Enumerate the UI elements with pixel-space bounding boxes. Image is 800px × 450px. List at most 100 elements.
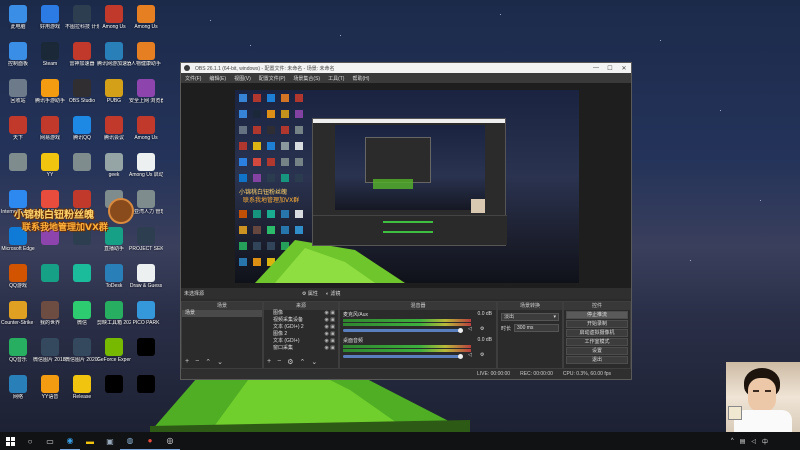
scene-item[interactable]: 场景 (182, 310, 262, 317)
desktop-icon[interactable]: 回收站 (2, 76, 34, 113)
desktop-icon[interactable]: QQ游戏 (2, 261, 34, 298)
desktop-icon[interactable]: PROJECT SEKAI (129, 224, 163, 261)
source-item[interactable]: 窗口采集 ◉ ▣ (264, 345, 338, 352)
visibility-icon[interactable]: ◉ (325, 345, 329, 351)
move-up-icon[interactable]: ⌃ (299, 358, 305, 366)
add-scene-icon[interactable]: + (185, 358, 189, 366)
desktop-icon[interactable]: 网易游戏 (34, 113, 66, 150)
desktop-icon[interactable]: ToDesk (98, 261, 130, 298)
lock-icon[interactable]: ▣ (330, 338, 335, 344)
desktop-icon[interactable]: Among Us (130, 2, 162, 39)
obs-icon[interactable]: ◎ (160, 432, 180, 450)
obs-window[interactable]: OBS 26.1.1 (64-bit, windows) - 配置文件: 未命名… (180, 62, 632, 380)
desktop-icon[interactable] (98, 372, 130, 409)
filters-button[interactable]: ◐ 滤镜 (326, 290, 340, 297)
lock-icon[interactable]: ▣ (330, 310, 335, 316)
source-item[interactable]: 图像 2 ◉ ▣ (264, 331, 338, 338)
control-button[interactable]: 停止推流 (566, 311, 628, 319)
desktop-icon[interactable]: PUBG (98, 76, 130, 113)
close-icon[interactable]: ✕ (617, 63, 631, 73)
edge-icon[interactable]: ◉ (60, 432, 80, 450)
desktop-icon[interactable] (34, 261, 66, 298)
network-icon[interactable]: ▤ (740, 438, 746, 445)
explorer-icon[interactable]: ▬ (80, 432, 100, 450)
control-button[interactable]: 开始录制 (566, 320, 628, 328)
menu-item[interactable]: 工具(T) (328, 75, 344, 82)
desktop-icon[interactable]: QQ音乐 (2, 335, 34, 372)
desktop-icon[interactable]: 大亚湾人力 管理 (129, 187, 163, 224)
desktop-icon[interactable]: 腾讯手游助手 (34, 76, 66, 113)
desktop-icon[interactable]: Among Us (98, 2, 130, 39)
chevron-up-icon[interactable]: ^ (731, 438, 734, 444)
desktop-icon[interactable]: GeForce Experience (97, 335, 131, 372)
lock-icon[interactable]: ▣ (330, 331, 335, 337)
visibility-icon[interactable]: ◉ (325, 317, 329, 323)
desktop-icon[interactable] (66, 261, 98, 298)
desktop-icon[interactable]: Draw & Guess (130, 261, 162, 298)
remove-source-icon[interactable]: − (277, 358, 281, 366)
desktop-icon[interactable]: Counter-Strike Global Off... (1, 298, 35, 335)
visibility-icon[interactable]: ◉ (325, 331, 329, 337)
control-button[interactable]: 启动虚拟摄像机 (566, 329, 628, 337)
gear-icon[interactable]: ⚙ (480, 352, 484, 358)
desktop-icon[interactable]: Steam (34, 39, 66, 76)
duration-input[interactable]: 300 ms (514, 324, 559, 332)
desktop-icon[interactable]: 好用游戏 (34, 2, 66, 39)
desktop-icon[interactable]: 控制面板 (2, 39, 34, 76)
source-item[interactable]: 图像 ◉ ▣ (264, 310, 338, 317)
desktop-icon[interactable]: Among Us (130, 113, 162, 150)
desktop-icon[interactable]: 人物健康助手 (130, 39, 162, 76)
move-up-icon[interactable]: ⌃ (205, 358, 211, 366)
desktop-icon[interactable]: 腾讯网游加速器 (97, 39, 131, 76)
desktop-icon[interactable] (130, 372, 162, 409)
chrome-icon[interactable]: ● (140, 432, 160, 450)
source-item[interactable]: 视频采集设备 ◉ ▣ (264, 317, 338, 324)
desktop-icon[interactable]: 不图拉科技 计划 (65, 2, 99, 39)
source-item[interactable]: 文本 (GDI+) ◉ ▣ (264, 338, 338, 345)
desktop-icon[interactable]: 微信 (66, 298, 98, 335)
menu-item[interactable]: 场景集合(S) (293, 75, 320, 82)
volume-icon[interactable]: ◁ (751, 438, 756, 445)
desktop-icon[interactable] (2, 150, 34, 187)
visibility-icon[interactable]: ◉ (325, 310, 329, 316)
desktop-icon[interactable]: YY (34, 150, 66, 187)
move-down-icon[interactable]: ⌄ (311, 358, 317, 366)
properties-button[interactable]: ⚙ 属性 (302, 290, 318, 297)
gear-icon[interactable]: ⚙ (480, 326, 484, 332)
control-button[interactable]: 设置 (566, 347, 628, 355)
menu-item[interactable]: 帮助(H) (352, 75, 369, 82)
maximize-icon[interactable]: ☐ (603, 63, 617, 73)
desktop-icon[interactable]: 腾讯会议 (98, 113, 130, 150)
control-button[interactable]: 退出 (566, 356, 628, 364)
desktop-icon[interactable]: 剪映工具箱 2020 (97, 298, 131, 335)
start-icon[interactable] (0, 432, 20, 450)
desktop-icon[interactable] (130, 335, 162, 372)
visibility-icon[interactable]: ◉ (325, 324, 329, 330)
transition-select[interactable]: 淡出 ▾ (501, 313, 559, 321)
minimize-icon[interactable]: — (589, 63, 603, 73)
desktop-icon[interactable]: 安全上网 浏览器 (129, 76, 163, 113)
source-settings-icon[interactable]: ⚙ (287, 358, 293, 366)
preview-canvas[interactable]: 小锦桃白钮粉丝魄 联系我地管理加VX群 (235, 90, 579, 283)
search-icon[interactable]: ○ (20, 432, 40, 450)
desktop-icon[interactable]: YY语音 (34, 372, 66, 409)
lock-icon[interactable]: ▣ (330, 345, 335, 351)
desktop-icon[interactable]: PICO PARK (130, 298, 162, 335)
desktop-icon[interactable]: 我的世界 (34, 298, 66, 335)
desktop-icon[interactable]: Release (66, 372, 98, 409)
menu-item[interactable]: 编辑(E) (209, 75, 226, 82)
add-source-icon[interactable]: + (267, 358, 271, 366)
desktop-icon[interactable]: 雷神加速器 (66, 39, 98, 76)
desktop-icon[interactable]: 网络 (2, 372, 34, 409)
ime-indicator[interactable]: 中 (762, 437, 768, 446)
menu-item[interactable]: 文件(F) (185, 75, 201, 82)
lock-icon[interactable]: ▣ (330, 317, 335, 323)
desktop-icon[interactable]: 此电脑 (2, 2, 34, 39)
mute-icon[interactable]: ◁ (468, 352, 472, 358)
desktop-icon[interactable]: geek (98, 150, 130, 187)
desktop-icon[interactable]: Among Us 启动 (129, 150, 163, 187)
mute-icon[interactable]: ◁ (468, 326, 472, 332)
move-down-icon[interactable]: ⌄ (217, 358, 223, 366)
desktop-icon[interactable]: 腾讯QQ (66, 113, 98, 150)
desktop-icon[interactable] (66, 150, 98, 187)
